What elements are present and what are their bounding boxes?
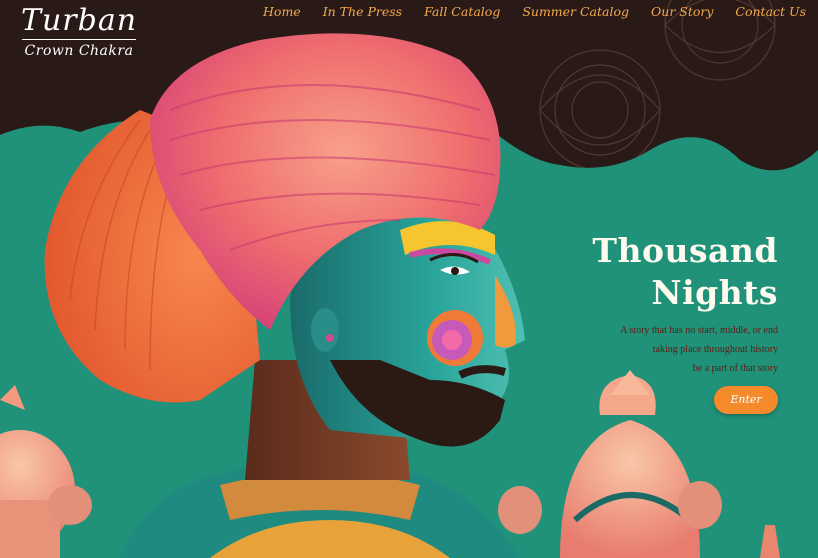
hero-desc-line3: be a part of that story (692, 363, 778, 374)
enter-button[interactable]: Enter (714, 386, 778, 414)
nav-our-story[interactable]: Our Story (651, 4, 713, 20)
main-nav: Home In The Press Fall Catalog Summer Ca… (241, 4, 806, 20)
nav-fall-catalog[interactable]: Fall Catalog (424, 4, 500, 20)
nav-home[interactable]: Home (263, 4, 301, 20)
brand-divider (22, 39, 136, 40)
nav-contact-us[interactable]: Contact Us (735, 4, 806, 20)
hero-desc-line1: A story that has no start, middle, or en… (620, 325, 778, 336)
hero-title-line1: Thousand (592, 231, 778, 270)
hero-title: Thousand Nights (592, 230, 778, 314)
hero-description: A story that has no start, middle, or en… (620, 321, 778, 378)
nav-summer-catalog[interactable]: Summer Catalog (522, 4, 629, 20)
brand-subtitle: Crown Chakra (24, 43, 134, 59)
brand-title: Turban (20, 3, 138, 38)
hero-section: Turban Crown Chakra Home In The Press Fa… (0, 0, 818, 558)
hero-title-line2: Nights (651, 273, 778, 312)
hero-desc-line2: taking place throughout history (652, 344, 778, 355)
brand-logo[interactable]: Turban Crown Chakra (20, 3, 138, 60)
nav-in-the-press[interactable]: In The Press (323, 4, 402, 20)
